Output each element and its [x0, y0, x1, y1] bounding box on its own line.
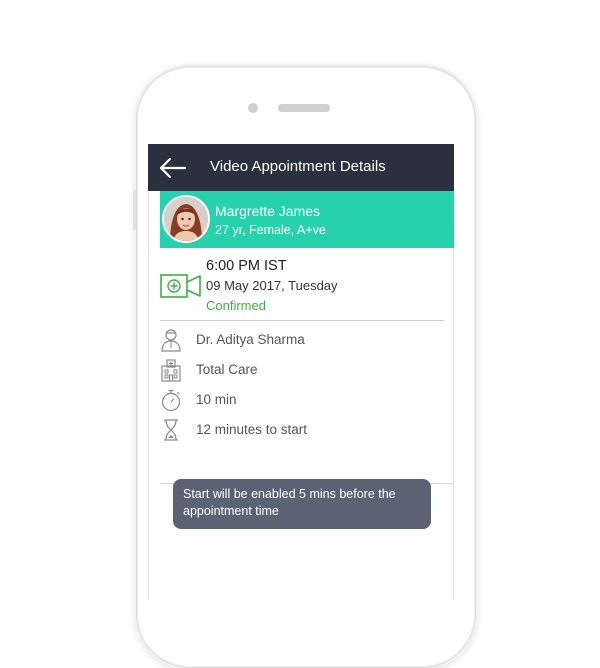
hospital-icon [161, 359, 181, 382]
video-call-icon [160, 274, 201, 298]
screen-edge-left [148, 191, 149, 600]
phone-side-button [133, 190, 136, 230]
page-title: Video Appointment Details [210, 158, 386, 175]
doctor-icon [161, 329, 181, 352]
patient-details: 27 yr, Female, A+ve [215, 223, 326, 237]
app-screen: Video Appointment Details Margrette Jame… [148, 144, 454, 600]
status-badge: Confirmed [206, 298, 266, 313]
detail-row-countdown: 12 minutes to start [160, 418, 444, 444]
appointment-date: 09 May 2017, Tuesday [206, 278, 338, 293]
detail-row-hospital: Total Care [160, 358, 444, 384]
stopwatch-icon [161, 389, 181, 412]
back-button[interactable] [158, 156, 188, 180]
patient-name: Margrette James [215, 203, 321, 219]
appointment-time: 6:00 PM IST [206, 258, 287, 274]
hourglass-icon [164, 419, 178, 441]
app-bar: Video Appointment Details [148, 144, 454, 191]
patient-banner: Margrette James 27 yr, Female, A+ve [160, 191, 454, 248]
toast-message: Start will be enabled 5 mins before the … [173, 479, 431, 529]
avatar [162, 195, 210, 243]
section-divider [160, 320, 444, 321]
appointment-info: 6:00 PM IST 09 May 2017, Tuesday Confirm… [160, 248, 454, 320]
doctor-name: Dr. Aditya Sharma [196, 332, 305, 347]
clinic-name: Total Care [196, 362, 258, 377]
detail-row-doctor: Dr. Aditya Sharma [160, 328, 444, 354]
phone-camera [248, 103, 258, 113]
detail-row-duration: 10 min [160, 388, 444, 414]
arrow-left-icon [159, 157, 187, 179]
duration: 10 min [196, 392, 237, 407]
time-to-start: 12 minutes to start [196, 422, 308, 437]
phone-speaker [278, 104, 330, 112]
